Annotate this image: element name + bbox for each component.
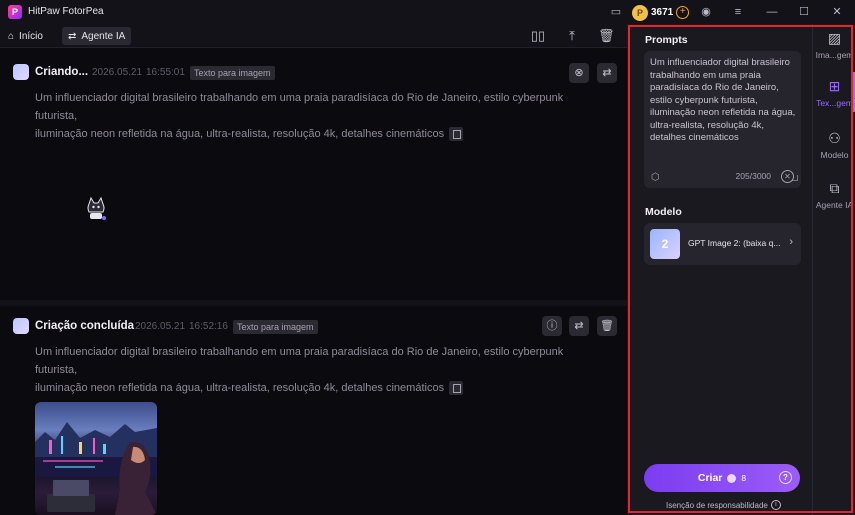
- title-bar: P HitPaw FotorPea ▭ P 3671 + ◉ ≡ — ☐ ✕: [0, 0, 855, 24]
- card-date: 2026.05.21: [135, 321, 186, 332]
- home-icon: ⌂: [8, 30, 15, 42]
- disclaimer-label: Isenção de responsabilidade: [666, 500, 768, 510]
- card-type-tag: Texto para imagem: [190, 66, 275, 80]
- app-logo: P: [8, 5, 22, 19]
- credits-value: 3671: [651, 7, 674, 18]
- creation-panel: Prompts Um influenciador digital brasile…: [630, 24, 812, 515]
- prompt-line-2: iluminação neon refletida na água, ultra…: [35, 382, 445, 394]
- prompt-text[interactable]: Um influenciador digital brasileiro trab…: [650, 57, 796, 145]
- model-selector[interactable]: 2 GPT Image 2: (baixa q... ›: [644, 223, 801, 265]
- regenerate-button[interactable]: ⇄: [569, 316, 589, 336]
- agent-icon: ⧉: [829, 180, 840, 196]
- card-time: 16:52:16: [189, 321, 228, 332]
- rail-item-text-to-image[interactable]: ⊞ Tex...gem: [813, 78, 855, 124]
- close-icon[interactable]: ✕: [830, 5, 844, 19]
- prompt-line-2: iluminação neon refletida na água, ultra…: [35, 128, 445, 140]
- model-heading: Modelo: [645, 206, 682, 218]
- generation-icon: [13, 64, 29, 80]
- book-icon[interactable]: ▯▯: [530, 28, 546, 44]
- info-button[interactable]: ⓘ: [542, 316, 562, 336]
- generated-image-thumbnail[interactable]: [35, 402, 157, 515]
- help-icon[interactable]: ?: [779, 471, 792, 484]
- rail-item-image[interactable]: ▨ Ima...gem: [813, 30, 855, 76]
- card-time: 16:55:01: [146, 67, 185, 78]
- maximize-icon[interactable]: ☐: [797, 5, 811, 19]
- rail-label: Modelo: [820, 150, 849, 160]
- create-cost: 8: [741, 473, 747, 483]
- create-button[interactable]: Criar 8 ?: [644, 464, 800, 492]
- card-prompt: Um influenciador digital brasileiro trab…: [35, 343, 600, 397]
- rail-label: Ima...gem: [815, 50, 854, 60]
- tool-rail: ▨ Ima...gem ⊞ Tex...gem ⚇ Modelo ⧉ Agent…: [812, 24, 855, 515]
- copy-icon[interactable]: [449, 381, 464, 396]
- cube-icon[interactable]: ⬡: [651, 172, 662, 183]
- rail-label: Agente IA: [815, 200, 854, 210]
- chat-icon[interactable]: ▭: [609, 5, 623, 19]
- rail-label: Tex...gem: [816, 98, 853, 108]
- card-type-tag: Texto para imagem: [233, 320, 318, 334]
- coin-icon: P: [632, 4, 648, 21]
- minimize-icon[interactable]: —: [765, 5, 779, 19]
- model-thumbnail: 2: [650, 229, 680, 259]
- prompt-line-1: Um influenciador digital brasileiro trab…: [35, 346, 564, 376]
- create-label: Criar: [697, 472, 723, 484]
- agent-tab[interactable]: ⇄ Agente IA: [62, 27, 132, 45]
- sub-navigation: ⌂ Início ⇄ Agente IA ▯▯ ⤒ 🗑: [0, 24, 627, 48]
- credits-display[interactable]: P 3671 +: [632, 4, 690, 21]
- chevron-right-icon: ›: [789, 236, 793, 248]
- rail-item-agent[interactable]: ⧉ Agente IA: [813, 180, 855, 226]
- text-to-image-icon: ⊞: [828, 78, 841, 94]
- card-status: Criando...: [35, 66, 89, 78]
- generation-card: Criando... 2026.05.21 16:55:01 Texto par…: [0, 48, 627, 300]
- cancel-button[interactable]: ⊗: [569, 63, 589, 83]
- menu-icon[interactable]: ≡: [731, 5, 745, 19]
- trash-icon[interactable]: 🗑: [598, 28, 615, 44]
- card-prompt: Um influenciador digital brasileiro trab…: [35, 89, 600, 143]
- prompt-input[interactable]: Um influenciador digital brasileiro trab…: [644, 51, 801, 188]
- home-link[interactable]: ⌂ Início: [8, 28, 43, 44]
- char-count: 205/3000: [735, 171, 771, 181]
- copy-icon[interactable]: [449, 127, 464, 142]
- add-credits-icon[interactable]: +: [676, 6, 690, 19]
- card-date: 2026.05.21: [92, 67, 143, 78]
- credit-coin-icon: [727, 473, 737, 483]
- info-icon: i: [770, 500, 781, 510]
- swap-icon: ⇄: [68, 30, 77, 42]
- generated-image-art: [35, 422, 157, 515]
- prompts-heading: Prompts: [645, 34, 688, 46]
- card-status: Criação concluída: [35, 320, 135, 332]
- regenerate-button[interactable]: ⇄: [597, 63, 617, 83]
- image-icon: ▨: [827, 30, 842, 46]
- rail-item-model[interactable]: ⚇ Modelo: [813, 130, 855, 176]
- home-label: Início: [19, 30, 43, 42]
- account-icon[interactable]: ◉: [699, 5, 713, 19]
- disclaimer-link[interactable]: Isenção de responsabilidade i: [666, 500, 781, 510]
- prompt-line-1: Um influenciador digital brasileiro trab…: [35, 92, 564, 122]
- loading-mascot-icon: [87, 196, 106, 220]
- model-name: GPT Image 2: (baixa q...: [688, 238, 781, 248]
- delete-button[interactable]: 🗑: [597, 316, 617, 336]
- model-grid-icon: ⚇: [828, 130, 841, 146]
- upload-icon[interactable]: ⤒: [564, 28, 580, 44]
- app-title: HitPaw FotorPea: [28, 6, 104, 17]
- generation-feed[interactable]: Criando... 2026.05.21 16:55:01 Texto par…: [0, 48, 627, 515]
- generation-icon: [13, 318, 29, 334]
- agent-label: Agente IA: [81, 30, 126, 42]
- clear-prompt-icon[interactable]: ✕: [781, 170, 794, 183]
